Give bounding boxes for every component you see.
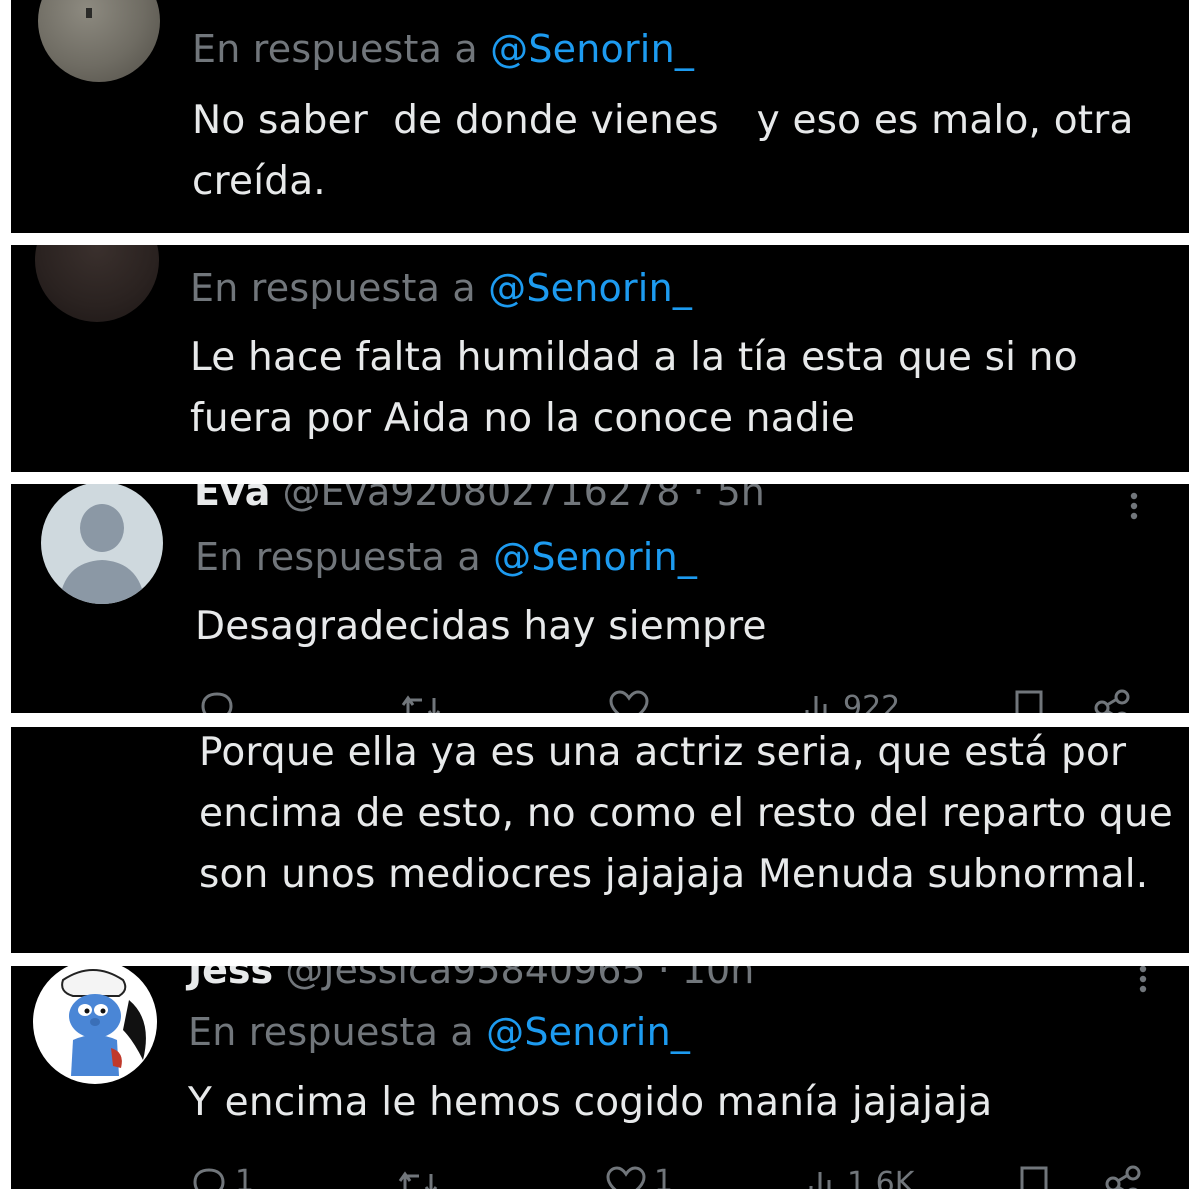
default-avatar-icon[interactable] [41, 484, 163, 604]
tweet-text: Desagradecidas hay siempre [195, 604, 767, 649]
bookmark-icon [1020, 1166, 1048, 1189]
timestamp[interactable]: · 10h [658, 966, 755, 992]
share-icon [1094, 689, 1130, 713]
display-name[interactable]: Jess [188, 966, 273, 992]
retweet-button[interactable] [398, 688, 444, 713]
share-button[interactable] [1092, 688, 1132, 713]
avatar-mark-icon [86, 8, 92, 18]
tweet-text: No saber de donde vienes y eso es malo, … [192, 98, 1147, 204]
smurf-avatar-icon[interactable] [33, 966, 157, 1084]
tweet-panel-2[interactable]: En respuesta a @Senorin_ Le hace falta h… [11, 245, 1189, 472]
tweet-text: Y encima le hemos cogido manía jajajaja [188, 1080, 993, 1125]
tweet-header: Eva @Eva920802716278 · 5h [194, 484, 765, 514]
share-icon [1105, 1165, 1141, 1189]
timestamp[interactable]: · 5h [692, 484, 764, 514]
tweet-panel-1[interactable]: En respuesta a @Senorin_ No saber de don… [11, 0, 1189, 233]
bookmark-button[interactable] [1017, 1164, 1051, 1189]
like-count: 1 [654, 1164, 674, 1189]
reply-prefix: En respuesta a [192, 27, 478, 71]
tweet-panel-5[interactable]: Jess @Jessica95840965 · 10h En respuesta… [11, 966, 1189, 1189]
bookmark-icon [1015, 690, 1043, 713]
more-options-icon[interactable] [1127, 492, 1141, 520]
views-button[interactable]: 1,6K [807, 1166, 914, 1189]
heart-icon [609, 690, 649, 713]
username[interactable]: @Jessica95840965 [285, 966, 645, 992]
retweet-icon [398, 1171, 438, 1189]
tweet-actions: 1 1 1,6K [11, 1164, 1189, 1189]
bookmark-button[interactable] [1012, 688, 1046, 713]
share-button[interactable] [1103, 1164, 1143, 1189]
tweet-panel-3[interactable]: Eva @Eva920802716278 · 5h En respuesta a… [11, 484, 1189, 713]
views-icon [805, 696, 827, 713]
retweet-icon [401, 695, 441, 713]
reply-context: En respuesta a @Senorin_ [190, 266, 692, 310]
reply-handle-link[interactable]: @Senorin_ [490, 27, 694, 71]
reply-context: En respuesta a @Senorin_ [195, 535, 697, 579]
reply-prefix: En respuesta a [195, 535, 481, 579]
reply-prefix: En respuesta a [190, 266, 476, 310]
views-button[interactable]: 922 [803, 690, 900, 713]
tweet-panel-4[interactable]: Porque ella ya es una actriz seria, que … [11, 727, 1189, 953]
user-avatar[interactable] [38, 0, 160, 82]
reply-context: En respuesta a @Senorin_ [188, 1010, 690, 1054]
user-avatar[interactable] [35, 245, 159, 322]
more-options-icon[interactable] [1136, 966, 1150, 993]
tweet-text: Porque ella ya es una actriz seria, que … [199, 730, 1173, 897]
reply-prefix: En respuesta a [188, 1010, 474, 1054]
views-icon [809, 1172, 831, 1189]
tweet-text: Le hace falta humildad a la tía esta que… [190, 335, 1078, 441]
reply-handle-link[interactable]: @Senorin_ [486, 1010, 690, 1054]
reply-count: 1 [235, 1164, 255, 1189]
retweet-button[interactable] [395, 1164, 441, 1189]
reply-button[interactable] [197, 688, 237, 713]
reply-icon [193, 1168, 225, 1189]
heart-icon [606, 1166, 646, 1189]
reply-button[interactable]: 1 [189, 1164, 254, 1189]
like-button[interactable] [607, 688, 651, 713]
reply-handle-link[interactable]: @Senorin_ [488, 266, 692, 310]
reply-context: En respuesta a @Senorin_ [192, 27, 694, 71]
views-count: 1,6K [847, 1166, 915, 1189]
views-count: 922 [843, 690, 901, 713]
username[interactable]: @Eva920802716278 [282, 484, 680, 514]
like-button[interactable]: 1 [604, 1164, 673, 1189]
tweet-actions: 922 [11, 688, 1189, 713]
display-name[interactable]: Eva [194, 484, 270, 514]
reply-icon [201, 692, 233, 713]
tweet-header: Jess @Jessica95840965 · 10h [188, 966, 754, 992]
reply-handle-link[interactable]: @Senorin_ [493, 535, 697, 579]
